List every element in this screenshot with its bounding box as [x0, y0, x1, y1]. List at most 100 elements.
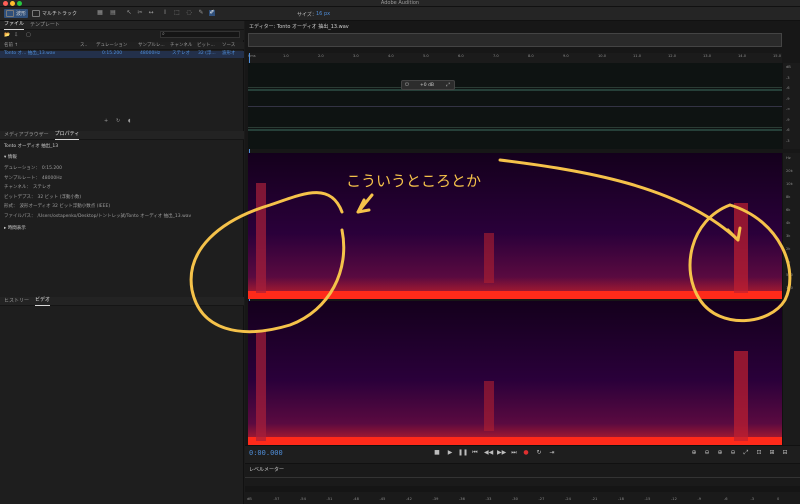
tab-video[interactable]: ビデオ	[35, 296, 51, 306]
import-icon[interactable]: ⇩	[14, 32, 18, 38]
new-file-icon[interactable]: ▢	[26, 32, 31, 38]
zoom-full-icon[interactable]: ⤢	[742, 449, 750, 457]
db-tick-label: -3	[786, 138, 790, 143]
level-tick-label: -57	[273, 497, 280, 501]
column-samplerate[interactable]: サンプルレ...	[138, 43, 165, 49]
skip-selection-button[interactable]: ⇥	[548, 449, 556, 457]
hud-pin-icon[interactable]: ⤢	[446, 82, 450, 88]
rewind-button[interactable]: ◀◀	[484, 449, 493, 457]
column-status[interactable]: ス..	[80, 43, 87, 49]
record-button[interactable]: ●	[522, 449, 530, 457]
go-to-end-button[interactable]: ⏭	[510, 449, 518, 457]
play-button[interactable]: ▶	[446, 449, 454, 457]
level-meter-bar	[245, 486, 800, 492]
slip-tool-icon[interactable]: ↔	[148, 10, 154, 16]
speaker-icon[interactable]: ◖	[128, 118, 131, 124]
loop-playback-button[interactable]: ↻	[535, 449, 543, 457]
brush-size-value[interactable]: 16 px	[316, 11, 330, 17]
current-time-display[interactable]: 0:00.000	[249, 449, 283, 457]
waveform-view-button[interactable]: 波形	[4, 9, 29, 18]
time-display-section-header[interactable]: ▸ 時間表示	[4, 226, 26, 232]
pitch-display-icon[interactable]: ▤	[110, 10, 116, 16]
spot-healing-tool-icon[interactable]: ✐	[209, 10, 215, 16]
lasso-tool-icon[interactable]: ◌	[186, 10, 192, 16]
level-tick-label: -3	[750, 497, 755, 501]
timeline-tick-label: 9.0	[563, 54, 569, 58]
timeline-tick-label: 1.0	[283, 54, 289, 58]
zoom-out-point-icon[interactable]: ⊟	[781, 449, 789, 457]
add-icon[interactable]: +	[104, 118, 108, 124]
level-tick-label: -33	[485, 497, 492, 501]
waveform-display[interactable]: ⏻ +0 dB ⤢	[248, 63, 782, 149]
fast-forward-button[interactable]: ▶▶	[497, 449, 506, 457]
zoom-in-amplitude-icon[interactable]: ⊕	[690, 449, 698, 457]
waveform-view-label: 波形	[16, 11, 27, 17]
info-value: 波形オーディオ 32 ビット浮動小数点 (IEEE)	[19, 204, 111, 209]
multitrack-icon	[32, 10, 40, 17]
file-search-input[interactable]	[160, 31, 240, 38]
tab-templates[interactable]: テンプレート	[30, 21, 60, 30]
level-tick-label: -30	[512, 497, 518, 501]
level-tick-label: -6	[724, 497, 728, 501]
column-bitdepth[interactable]: ビット...	[197, 43, 215, 49]
hz-tick-label: 2k	[786, 247, 791, 251]
overview-bar[interactable]	[248, 33, 782, 47]
zoom-in-point-icon[interactable]: ⊞	[768, 449, 776, 457]
move-tool-icon[interactable]: ↖	[126, 10, 132, 16]
loop-icon[interactable]: ↻	[116, 118, 120, 124]
editor-title: エディター: Tonto オーディオ 抽出_13.wav	[249, 24, 349, 30]
open-file-icon[interactable]: 📂	[4, 32, 10, 38]
tab-history[interactable]: ヒストリー	[4, 297, 29, 306]
timeline-tick-label: 7.0	[493, 54, 499, 58]
info-key: ビットデプス：	[4, 194, 36, 200]
files-bottom-controls: + ↻ ◖	[100, 118, 160, 126]
level-tick-label: -15	[644, 497, 651, 501]
files-panel-tabs: ファイル テンプレート	[0, 21, 244, 30]
waveform-db-ruler: dB -3 -6 -9 -∞ -9 -6 -3	[782, 63, 800, 149]
gain-hud[interactable]: ⏻ +0 dB ⤢	[401, 80, 455, 90]
level-tick-label: -51	[326, 497, 333, 501]
tab-files[interactable]: ファイル	[4, 20, 25, 30]
brush-tool-icon[interactable]: ✎	[198, 10, 204, 16]
zoom-out-amplitude-icon[interactable]: ⊖	[703, 449, 711, 457]
db-tick-label: dB	[786, 65, 791, 69]
level-icon: ⏻	[405, 82, 409, 88]
tab-media-browser[interactable]: メディアブラウザー	[4, 131, 49, 140]
stop-button[interactable]: ■	[433, 449, 441, 457]
zoom-in-time-icon[interactable]: ⊕	[716, 449, 724, 457]
info-row: ファイルパス：/Users/ostapenko/Desktop/トントレッ試/T…	[4, 214, 191, 220]
column-channels[interactable]: チャンネル	[170, 43, 192, 49]
multitrack-view-button[interactable]: マルチトラック	[32, 9, 77, 18]
razor-tool-icon[interactable]: ✂	[137, 10, 143, 16]
info-value: 48000Hz	[41, 175, 62, 181]
column-name[interactable]: 名前 ↑	[4, 43, 18, 49]
timeline-tick-label: 2.0	[318, 54, 324, 58]
spectrogram-left-channel[interactable]	[248, 153, 782, 299]
level-tick-label: -48	[353, 497, 359, 501]
zoom-selection-icon[interactable]: ⊡	[755, 449, 763, 457]
editor-panel: エディター: Tonto オーディオ 抽出_13.wav hms 1.0 2.0 3.…	[245, 21, 800, 504]
info-row: ビットデプス： 32 ビット (浮動小数)	[4, 195, 81, 201]
time-selection-tool-icon[interactable]: I	[162, 10, 168, 16]
left-panel: ファイル テンプレート 📂 ⇩ ▢ ⌕ 名前 ↑ ス.. デュレーション サンプ…	[0, 21, 244, 504]
column-source[interactable]: ソース	[222, 43, 235, 49]
info-section-header[interactable]: ▾ 情報	[4, 155, 17, 161]
pause-button[interactable]: ❚❚	[458, 449, 468, 457]
timeline-ruler[interactable]: hms 1.0 2.0 3.0 4.0 5.0 6.0 7.0 8.0 9.0 10.0 11.0 12…	[248, 53, 782, 63]
info-value: 32 ビット (浮動小数)	[37, 194, 82, 200]
timeline-tick-label: 13.0	[703, 54, 712, 58]
gain-value[interactable]: +0 dB	[420, 83, 434, 88]
spectrogram-right-channel[interactable]	[248, 301, 782, 445]
file-samplerate: 48000Hz	[140, 51, 161, 56]
marquee-tool-icon[interactable]: ⬚	[174, 10, 180, 16]
file-list-item[interactable]: Tonto オ... 抽出_13.wav 0:15.200 48000Hz ステ…	[0, 51, 244, 58]
hz-tick-label: 8k	[786, 195, 791, 199]
info-key: デュレーション：	[4, 166, 40, 171]
tab-properties[interactable]: プロパティ	[54, 130, 80, 140]
zoom-out-time-icon[interactable]: ⊖	[729, 449, 737, 457]
level-tick-label: -36	[459, 497, 465, 501]
db-tick-label: -6	[786, 86, 790, 90]
spectral-display-icon[interactable]: ▦	[97, 10, 103, 16]
go-to-start-button[interactable]: ⏮	[471, 449, 479, 457]
column-duration[interactable]: デュレーション	[96, 43, 127, 49]
